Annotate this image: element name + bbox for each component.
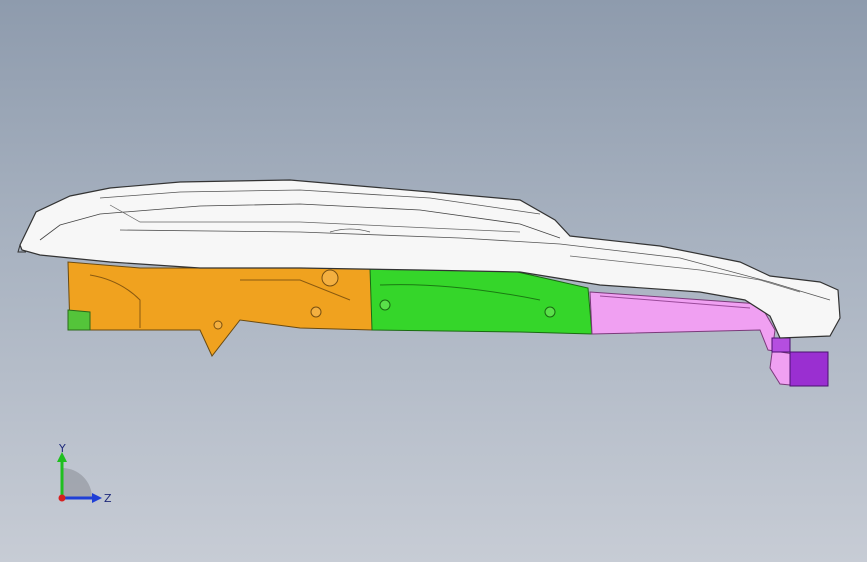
z-axis-label: Z <box>104 492 112 505</box>
orientation-triad: Y Z <box>57 442 112 505</box>
3d-viewport[interactable] <box>0 0 867 562</box>
rear-bracket-part[interactable] <box>67 261 373 357</box>
x-axis-dot-icon <box>58 494 66 502</box>
z-axis-arrowhead-icon <box>92 493 102 503</box>
y-axis-label: Y <box>58 442 66 455</box>
triad-plane-icon <box>62 468 92 498</box>
